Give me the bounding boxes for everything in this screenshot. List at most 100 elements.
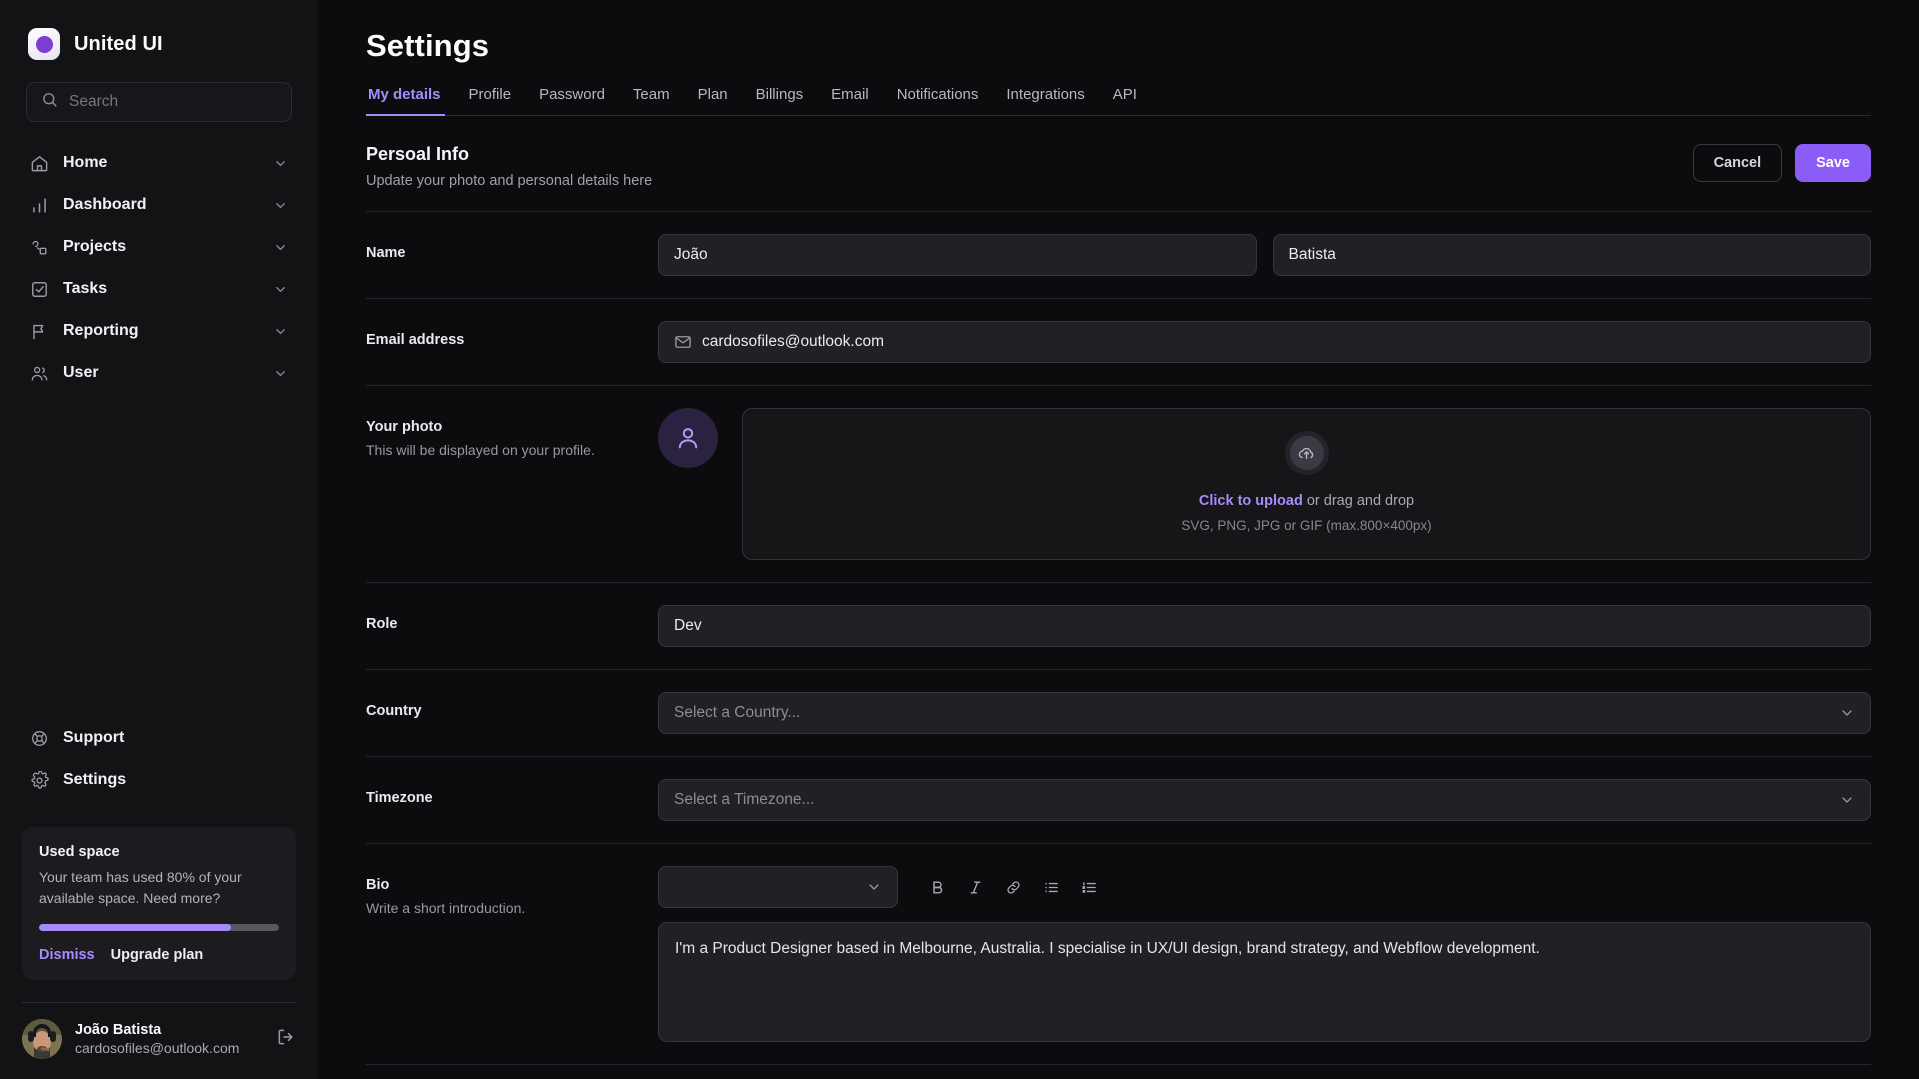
- photo-dropzone[interactable]: Click to upload or drag and drop SVG, PN…: [742, 408, 1871, 560]
- sidebar-item-label: Settings: [63, 771, 127, 789]
- chevron-down-icon[interactable]: [273, 240, 288, 255]
- sidebar-item-reporting[interactable]: Reporting: [18, 310, 300, 352]
- sidebar-profile[interactable]: João Batista cardosofiles@outlook.com: [0, 1003, 318, 1079]
- field-role: Role: [366, 583, 1871, 647]
- tab-my-details[interactable]: My details: [366, 86, 455, 116]
- main-content: Settings My details Profile Password Tea…: [318, 0, 1919, 1079]
- field-label: Role: [366, 616, 398, 632]
- dismiss-button[interactable]: Dismiss: [39, 947, 95, 963]
- profile-email: cardosofiles@outlook.com: [75, 1040, 240, 1056]
- sidebar: United UI Home: [0, 0, 318, 1079]
- search-box[interactable]: [26, 82, 292, 122]
- field-hint: Write a short introduction.: [366, 900, 526, 916]
- flag-icon: [30, 322, 49, 341]
- upload-formats: SVG, PNG, JPG or GIF (max.800×400px): [1181, 518, 1432, 533]
- save-button[interactable]: Save: [1795, 144, 1871, 182]
- field-label: Your photo: [366, 419, 443, 435]
- sidebar-item-support[interactable]: Support: [18, 717, 300, 759]
- chevron-down-icon[interactable]: [866, 879, 882, 895]
- search-input[interactable]: [69, 93, 277, 111]
- email-field[interactable]: [702, 333, 1855, 351]
- role-input[interactable]: [658, 605, 1871, 647]
- tab-email[interactable]: Email: [817, 86, 883, 115]
- sidebar-item-projects[interactable]: Projects: [18, 226, 300, 268]
- tab-billings[interactable]: Billings: [742, 86, 818, 115]
- bullet-list-icon[interactable]: [1038, 874, 1064, 900]
- tab-plan[interactable]: Plan: [684, 86, 742, 115]
- brand[interactable]: United UI: [0, 0, 318, 60]
- first-name-input[interactable]: [658, 234, 1257, 276]
- sidebar-item-settings[interactable]: Settings: [18, 759, 300, 801]
- sidebar-item-label: Home: [63, 154, 108, 171]
- secondary-nav: Support Settings: [0, 717, 318, 801]
- first-name-field[interactable]: [674, 246, 1241, 264]
- logout-icon[interactable]: [276, 1027, 296, 1052]
- chevron-down-icon[interactable]: [273, 366, 288, 381]
- page-title: Settings: [366, 28, 490, 63]
- section-actions: Cancel Save: [1692, 144, 1871, 182]
- country-select[interactable]: Select a Country...: [658, 692, 1871, 734]
- sidebar-item-label: Projects: [63, 238, 127, 255]
- home-icon: [30, 154, 49, 173]
- users-icon: [30, 364, 49, 383]
- link-icon[interactable]: [1000, 874, 1026, 900]
- sidebar-item-home[interactable]: Home: [18, 142, 300, 184]
- united-ui-logo-icon: [28, 28, 60, 60]
- sidebar-item-tasks[interactable]: Tasks: [18, 268, 300, 310]
- chevron-down-icon[interactable]: [1839, 792, 1855, 808]
- bio-format-select[interactable]: [658, 866, 898, 908]
- last-name-field[interactable]: [1288, 246, 1855, 264]
- cancel-button[interactable]: Cancel: [1692, 144, 1783, 182]
- italic-icon[interactable]: [962, 874, 988, 900]
- section-subtitle: Update your photo and personal details h…: [366, 173, 653, 189]
- field-label: Name: [366, 245, 406, 261]
- timezone-select[interactable]: Select a Timezone...: [658, 779, 1871, 821]
- tab-api[interactable]: API: [1099, 86, 1151, 115]
- field-timezone: Timezone Select a Timezone...: [366, 757, 1871, 821]
- tab-team[interactable]: Team: [619, 86, 684, 115]
- tab-password[interactable]: Password: [525, 86, 619, 115]
- search-icon: [41, 91, 58, 113]
- chevron-down-icon[interactable]: [273, 282, 288, 297]
- bold-icon[interactable]: [924, 874, 950, 900]
- chevron-down-icon[interactable]: [273, 198, 288, 213]
- role-field[interactable]: [674, 617, 1855, 635]
- sidebar-item-label: Support: [63, 729, 125, 747]
- field-label: Bio: [366, 877, 390, 893]
- chevron-down-icon[interactable]: [273, 156, 288, 171]
- field-label: Country: [366, 703, 422, 719]
- chevron-down-icon[interactable]: [1839, 705, 1855, 721]
- field-bio: Bio Write a short introduction. I'm a Pr…: [366, 844, 1871, 1042]
- tab-profile[interactable]: Profile: [455, 86, 526, 115]
- avatar: [22, 1019, 62, 1059]
- check-square-icon: [30, 280, 49, 299]
- click-to-upload-link[interactable]: Click to upload: [1199, 493, 1303, 509]
- timezone-placeholder: Select a Timezone...: [674, 791, 815, 808]
- ordered-list-icon[interactable]: [1076, 874, 1102, 900]
- sidebar-item-user[interactable]: User: [18, 352, 300, 394]
- profile-name: João Batista: [75, 1022, 162, 1038]
- section-header: Persoal Info Update your photo and perso…: [366, 144, 1871, 189]
- field-label: Email address: [366, 332, 465, 348]
- field-photo: Your photo This will be displayed on you…: [366, 386, 1871, 560]
- field-country: Country Select a Country...: [366, 670, 1871, 734]
- field-portfolio: Portfolio projects: [366, 1065, 1871, 1079]
- drag-drop-text: or drag and drop: [1302, 493, 1415, 509]
- sidebar-item-label: User: [63, 364, 99, 381]
- used-space-card: Used space Your team has used 80% of you…: [22, 827, 296, 980]
- app-root: United UI Home: [0, 0, 1919, 1079]
- tab-integrations[interactable]: Integrations: [992, 86, 1098, 115]
- field-email: Email address: [366, 299, 1871, 363]
- bio-toolbar: [658, 866, 1871, 908]
- bio-textarea[interactable]: I'm a Product Designer based in Melbourn…: [658, 922, 1871, 1042]
- chevron-down-icon[interactable]: [273, 324, 288, 339]
- tab-notifications[interactable]: Notifications: [883, 86, 993, 115]
- cloud-upload-icon: [1284, 431, 1329, 475]
- upgrade-plan-button[interactable]: Upgrade plan: [111, 947, 204, 963]
- last-name-input[interactable]: [1272, 234, 1871, 276]
- profile-meta: João Batista cardosofiles@outlook.com: [75, 1022, 263, 1056]
- section-title: Persoal Info: [366, 144, 470, 164]
- used-space-description: Your team has used 80% of your available…: [39, 869, 242, 906]
- sidebar-item-dashboard[interactable]: Dashboard: [18, 184, 300, 226]
- email-input[interactable]: [658, 321, 1871, 363]
